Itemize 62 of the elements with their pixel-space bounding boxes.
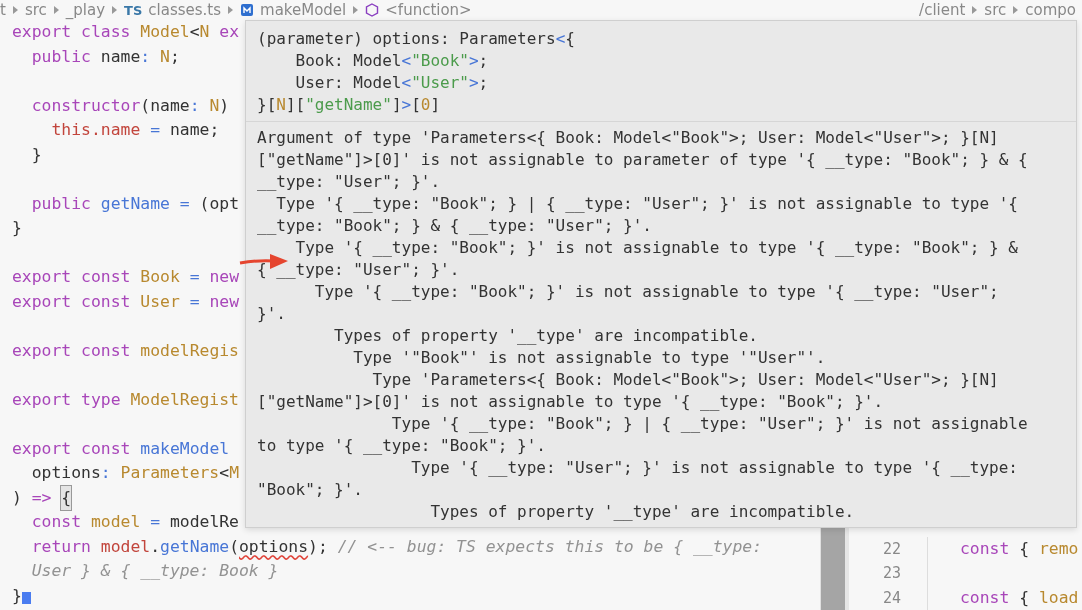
error-message-line: Types of property '__type' are incompatible. <box>333 325 758 347</box>
error-message-line: __type: "User"; }'. <box>257 171 441 193</box>
breadcrumb-item[interactable]: makeModel <box>260 1 347 19</box>
file-type-label: TS <box>124 2 143 18</box>
chevron-icon <box>1012 5 1020 15</box>
code-line: constructor(name: N) <box>30 94 230 117</box>
error-message-line: }'. <box>257 303 286 325</box>
code-line: } <box>12 583 31 608</box>
breadcrumb-item[interactable]: <function> <box>385 1 472 19</box>
chevron-icon <box>52 5 60 15</box>
error-message-line: Type '{ __type: "Book"; }' is not assignable to type '{ __type: "User"; <box>313 281 999 303</box>
code-line: } <box>30 143 42 166</box>
breadcrumb-item[interactable]: src <box>984 1 1007 19</box>
line-number: 24 <box>849 585 928 610</box>
code-line: return model.getName(options); // <-- bug: TS expects this to be { __type: <box>30 535 763 558</box>
breadcrumb-item[interactable]: /client <box>919 1 966 19</box>
breadcrumb-item[interactable]: t <box>0 1 6 19</box>
chevron-icon <box>352 5 360 15</box>
error-message-line: "Book"; }'. <box>257 479 363 501</box>
error-message-line: Type '{ __type: "Book"; }' is not assignable to type '{ __type: "Book"; } & <box>294 237 1018 259</box>
error-message-line: ["getName"]>[0]' is not assignable to parameter of type '{ __type: "Book"; } & { <box>257 149 1028 171</box>
code-line: export const makeModel <box>12 437 230 460</box>
error-message-line: Type '{ __type: "User"; }' is not assignable to type '{ __type: <box>410 457 1018 479</box>
type-signature-line: }[N]["getName"]>[0] <box>257 94 441 116</box>
code-line: ) => { <box>12 485 72 510</box>
error-message-line: __type: "Book"; } & { __type: "User"; }'. <box>257 215 652 237</box>
type-signature-line: (parameter) options: Parameters<{ <box>257 28 575 50</box>
breadcrumb-item[interactable]: compo <box>1025 1 1076 19</box>
breadcrumb-item[interactable]: _play <box>65 1 106 19</box>
breadcrumb-item[interactable]: classes.ts <box>148 1 222 19</box>
code-line: options: Parameters<M <box>30 462 239 484</box>
code-line: const { remo <box>960 537 1079 560</box>
chevron-icon <box>227 5 235 15</box>
chevron-icon <box>971 5 979 15</box>
code-line: export type ModelRegist <box>12 388 239 411</box>
code-line: export const modelRegis <box>12 339 239 362</box>
error-message-line: { __type: "User"; }'. <box>257 259 460 281</box>
error-message-line: Type '{ __type: "Book"; } | { __type: "User"; }' is not assignable <box>390 413 1028 435</box>
type-signature-line: Book: Model<"Book">; <box>294 50 489 72</box>
code-line: this.name = name; <box>50 119 220 141</box>
code-line: const model = modelRe <box>30 511 239 533</box>
breadcrumb-item[interactable]: src <box>24 1 47 19</box>
code-line: public getName = (opt <box>30 192 239 215</box>
error-message-line: Type '{ __type: "Book"; } | { __type: "User"; }' is not assignable to type '{ <box>275 193 1018 215</box>
error-message-line: Type 'Parameters<{ Book: Model<"Book">; User: Model<"User">; }[N] <box>371 369 999 391</box>
code-line: const { load <box>960 586 1079 609</box>
chevron-icon <box>111 5 119 15</box>
error-message-line: ["getName"]>[0]' is not assignable to type '{ __type: "Book"; }'. <box>257 391 884 413</box>
error-message-line: Type '"Book"' is not assignable to type '"User"'. <box>352 347 826 369</box>
code-line: public name: N; <box>30 45 180 68</box>
code-line: export class Model<N ex <box>12 21 239 43</box>
error-message-line: to type '{ __type: "Book"; }'. <box>257 435 546 457</box>
code-line: } <box>12 217 22 239</box>
line-number: 23 <box>849 561 928 586</box>
chevron-icon <box>11 5 19 15</box>
line-number: 22 <box>849 536 928 561</box>
error-message-line: Argument of type 'Parameters<{ Book: Model<"Book">; User: Model<"User">; }[N] <box>257 127 999 149</box>
code-line: export const User = new <box>12 290 239 313</box>
error-message-line: Types of property '__type' are incompatible. <box>429 501 855 523</box>
code-line: User } & { __type: Book } <box>30 560 279 582</box>
type-signature-line: User: Model<"User">; <box>294 72 489 94</box>
code-line: export const Book = new <box>12 266 239 288</box>
